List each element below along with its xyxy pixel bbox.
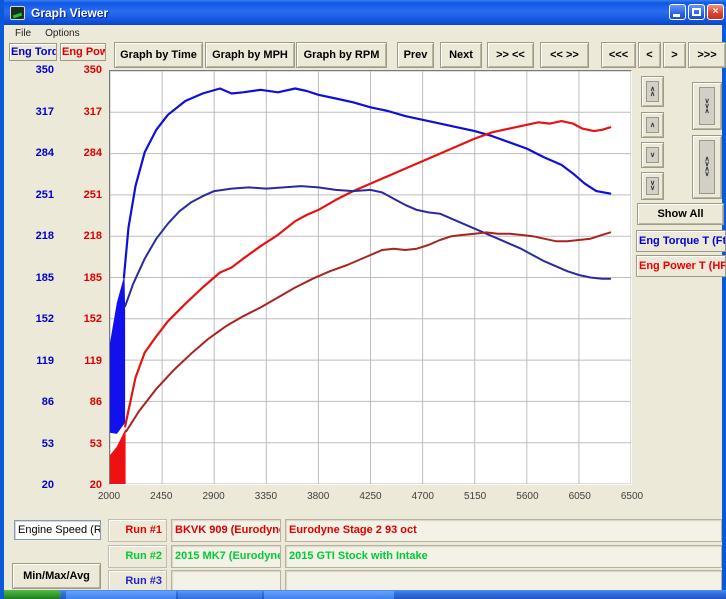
y-tick-label: 251 xyxy=(68,189,102,201)
maximize-button[interactable] xyxy=(688,4,705,20)
spinner-compress-y-icon: ∨∨∧ xyxy=(699,87,715,125)
y-tick-label: 284 xyxy=(20,147,54,159)
taskbar-item[interactable] xyxy=(66,591,176,599)
window-title: Graph Viewer xyxy=(31,6,108,20)
x-axis-unit-box[interactable]: Engine Speed (RP xyxy=(14,520,101,540)
toolbar-button-prev[interactable]: Prev xyxy=(397,42,434,68)
taskbar-item[interactable] xyxy=(178,591,262,599)
torque-start-band xyxy=(110,275,125,434)
spinner-compress-y-button[interactable]: ∨∨∧ xyxy=(692,82,722,130)
x-tick-label: 5600 xyxy=(505,491,549,502)
x-tick-label: 6500 xyxy=(610,491,654,502)
spinner-double-down-button[interactable]: ∨∨ xyxy=(641,172,664,200)
x-tick-label: 2450 xyxy=(139,491,183,502)
app-icon xyxy=(10,6,25,20)
power-start-band xyxy=(110,429,126,484)
y-tick-label: 20 xyxy=(68,479,102,491)
y-tick-label: 218 xyxy=(20,230,54,242)
y-tick-label: 284 xyxy=(68,147,102,159)
y-tick-label: 152 xyxy=(68,313,102,325)
y-tick-label: 185 xyxy=(68,272,102,284)
x-tick-label: 5150 xyxy=(453,491,497,502)
toolbar-button-[interactable]: >> << xyxy=(487,42,534,68)
spinner-up-icon: ∧ xyxy=(646,117,659,133)
run-label-1: Run #1 xyxy=(108,519,167,542)
spinner-down-icon: ∨ xyxy=(646,147,659,163)
y-tick-label: 185 xyxy=(20,272,54,284)
plot-svg xyxy=(110,71,631,484)
minimize-button[interactable] xyxy=(669,4,686,20)
x-tick-label: 3350 xyxy=(244,491,288,502)
spinner-expand-y-button[interactable]: ∧∨∧∨ xyxy=(692,135,722,199)
y-tick-label: 86 xyxy=(20,396,54,408)
x-tick-label: 4700 xyxy=(401,491,445,502)
graph-viewer-window: Graph Viewer × FileOptions Eng Torqu Eng… xyxy=(0,0,726,599)
x-tick-label: 6050 xyxy=(558,491,602,502)
torque-axis-header[interactable]: Eng Torqu xyxy=(9,43,57,61)
legend-power: Eng Power T (HP) xyxy=(636,255,726,277)
y-tick-label: 53 xyxy=(20,438,54,450)
toolbar-button-[interactable]: < xyxy=(638,42,661,68)
y-tick-label: 53 xyxy=(68,438,102,450)
run-1-name-field[interactable]: BKVK 909 (Eurodyne, xyxy=(171,519,281,542)
y-tick-label: 152 xyxy=(20,313,54,325)
legend-torque: Eng Torque T (Ft- xyxy=(636,230,726,252)
y-tick-label: 20 xyxy=(20,479,54,491)
run-3-name-field[interactable] xyxy=(171,570,281,591)
close-button[interactable]: × xyxy=(707,4,724,20)
spinner-double-up-button[interactable]: ∧∧ xyxy=(641,76,664,107)
toolbar-button-[interactable]: > xyxy=(663,42,686,68)
taskbar xyxy=(4,590,726,599)
menu-file[interactable]: File xyxy=(8,28,38,39)
spinner-down-button[interactable]: ∨ xyxy=(641,142,664,168)
show-all-button[interactable]: Show All xyxy=(637,203,724,225)
toolbar-button-next[interactable]: Next xyxy=(440,42,482,68)
y-tick-label: 317 xyxy=(68,106,102,118)
menubar: FileOptions xyxy=(8,25,726,42)
y-tick-label: 218 xyxy=(68,230,102,242)
min-max-avg-button[interactable]: Min/Max/Avg xyxy=(12,563,101,589)
y-tick-label: 119 xyxy=(68,355,102,367)
titlebar: Graph Viewer × xyxy=(4,0,726,25)
x-tick-label: 4250 xyxy=(349,491,393,502)
run-label-2: Run #2 xyxy=(108,545,167,568)
y-tick-label: 251 xyxy=(20,189,54,201)
x-tick-label: 2900 xyxy=(192,491,236,502)
toolbar-button-graph-by-time[interactable]: Graph by Time xyxy=(114,42,203,68)
taskbar-item[interactable] xyxy=(264,591,394,599)
x-tick-label: 3800 xyxy=(296,491,340,502)
menu-options[interactable]: Options xyxy=(38,28,86,39)
spinner-up-button[interactable]: ∧ xyxy=(641,112,664,138)
y-tick-label: 350 xyxy=(20,64,54,76)
spinner-double-up-icon: ∧∧ xyxy=(646,81,659,102)
run-1-description-field[interactable]: Eurodyne Stage 2 93 oct xyxy=(285,519,722,542)
run-2-description-field[interactable]: 2015 GTI Stock with Intake xyxy=(285,545,722,568)
y-tick-label: 119 xyxy=(20,355,54,367)
y-tick-label: 350 xyxy=(68,64,102,76)
toolbar-button-[interactable]: << >> xyxy=(540,42,589,68)
power-axis-header[interactable]: Eng Powe xyxy=(60,43,106,61)
toolbar-button-graph-by-mph[interactable]: Graph by MPH xyxy=(205,42,295,68)
toolbar-button-graph-by-rpm[interactable]: Graph by RPM xyxy=(296,42,387,68)
toolbar-button-[interactable]: <<< xyxy=(601,42,636,68)
run-label-3: Run #3 xyxy=(108,570,167,591)
x-tick-label: 2000 xyxy=(87,491,131,502)
run-2-name-field[interactable]: 2015 MK7 (Eurodyne, E xyxy=(171,545,281,568)
spinner-expand-y-icon: ∧∨∧∨ xyxy=(699,140,715,194)
y-tick-label: 317 xyxy=(20,106,54,118)
y-tick-label: 86 xyxy=(68,396,102,408)
toolbar-button-[interactable]: >>> xyxy=(688,42,726,68)
chart-plot-area[interactable] xyxy=(109,70,632,485)
run-3-description-field[interactable] xyxy=(285,570,722,591)
start-button-fragment[interactable] xyxy=(4,590,61,599)
spinner-double-down-icon: ∨∨ xyxy=(646,177,659,195)
